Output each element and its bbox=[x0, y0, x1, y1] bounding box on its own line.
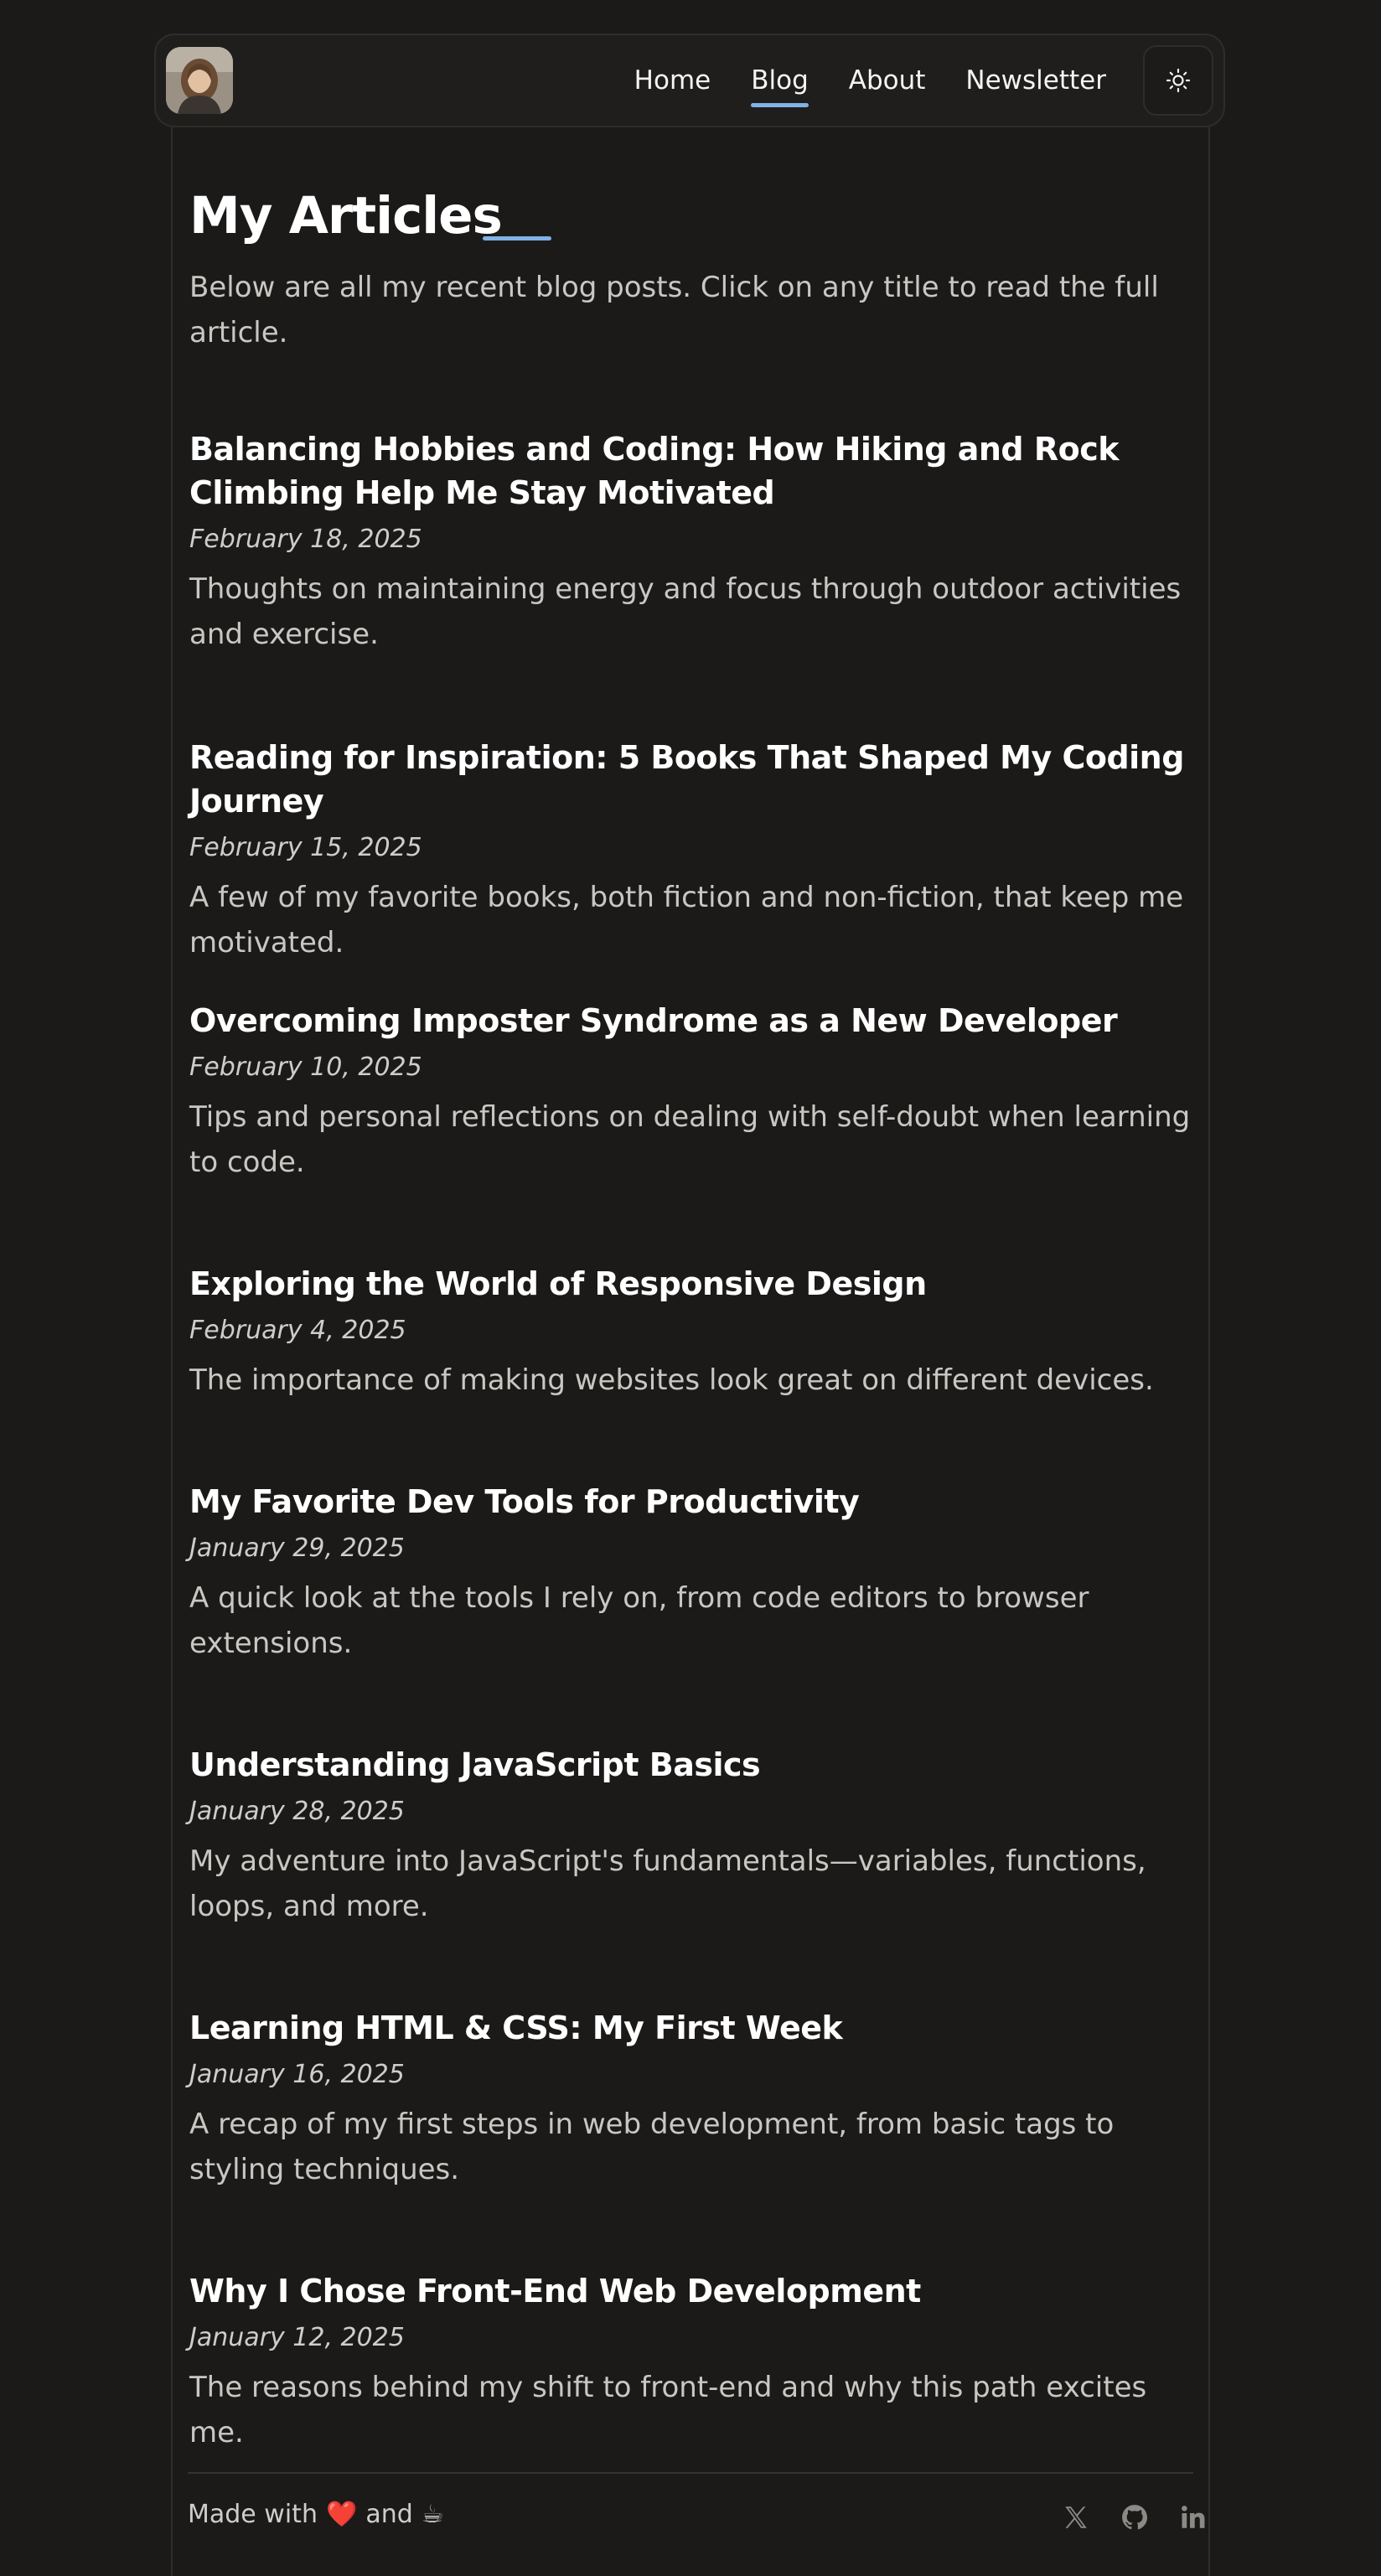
article-date: January 29, 2025 bbox=[189, 1534, 405, 1563]
article-title-link[interactable]: Learning HTML & CSS: My First Week bbox=[189, 2006, 1195, 2050]
theme-toggle-button[interactable] bbox=[1143, 45, 1213, 116]
article-title-link[interactable]: Reading for Inspiration: 5 Books That Sh… bbox=[189, 736, 1195, 823]
social-links bbox=[1059, 2501, 1210, 2534]
article-date: February 18, 2025 bbox=[189, 525, 422, 554]
article-date: February 4, 2025 bbox=[189, 1316, 406, 1345]
nav-link-newsletter[interactable]: Newsletter bbox=[965, 65, 1106, 96]
footer-made-with: Made with bbox=[188, 2500, 318, 2529]
article-summary: Thoughts on maintaining energy and focus… bbox=[189, 572, 1182, 651]
article-date: January 28, 2025 bbox=[189, 1797, 405, 1826]
article-item: Overcoming Imposter Syndrome as a New De… bbox=[189, 999, 1195, 1185]
article-summary: Tips and personal reflections on dealing… bbox=[189, 1100, 1191, 1179]
article-date: February 15, 2025 bbox=[189, 833, 422, 862]
page-title: My Articles bbox=[189, 186, 503, 246]
article-summary: The reasons behind my shift to front-end… bbox=[189, 2371, 1147, 2449]
x-icon[interactable] bbox=[1059, 2501, 1093, 2534]
article-item: Exploring the World of Responsive Design… bbox=[189, 1262, 1195, 1403]
article-summary: The importance of making websites look g… bbox=[189, 1363, 1154, 1397]
article-title-link[interactable]: Overcoming Imposter Syndrome as a New De… bbox=[189, 999, 1195, 1042]
sun-icon bbox=[1166, 68, 1191, 93]
article-item: Understanding JavaScript Basics January … bbox=[189, 1743, 1195, 1929]
article-item: Reading for Inspiration: 5 Books That Sh… bbox=[189, 736, 1195, 965]
github-icon[interactable] bbox=[1118, 2501, 1151, 2534]
article-item: Learning HTML & CSS: My First Week Janua… bbox=[189, 2006, 1195, 2192]
top-navbar: Home Blog About Newsletter bbox=[154, 34, 1225, 127]
article-item: Why I Chose Front-End Web Development Ja… bbox=[189, 2269, 1195, 2455]
footer-credit: Made with ❤️ and ☕ bbox=[188, 2500, 444, 2529]
nav-links: Home Blog About Newsletter bbox=[634, 35, 1106, 126]
article-date: January 12, 2025 bbox=[189, 2323, 405, 2352]
linkedin-icon[interactable] bbox=[1177, 2501, 1210, 2534]
article-title-link[interactable]: Exploring the World of Responsive Design bbox=[189, 1262, 1195, 1306]
article-title-link[interactable]: My Favorite Dev Tools for Productivity bbox=[189, 1480, 1195, 1523]
article-date: January 16, 2025 bbox=[189, 2060, 405, 2089]
nav-link-home[interactable]: Home bbox=[634, 65, 711, 96]
article-title-link[interactable]: Balancing Hobbies and Coding: How Hiking… bbox=[189, 427, 1195, 515]
nav-link-about[interactable]: About bbox=[849, 65, 926, 96]
article-summary: A quick look at the tools I rely on, fro… bbox=[189, 1581, 1089, 1660]
article-summary: A recap of my first steps in web develop… bbox=[189, 2108, 1115, 2186]
article-title-link[interactable]: Understanding JavaScript Basics bbox=[189, 1743, 1195, 1787]
article-summary: A few of my favorite books, both fiction… bbox=[189, 881, 1184, 960]
avatar[interactable] bbox=[166, 47, 233, 114]
article-date: February 10, 2025 bbox=[189, 1053, 422, 1082]
page-intro: Below are all my recent blog posts. Clic… bbox=[189, 271, 1159, 349]
footer-and: and bbox=[365, 2500, 413, 2529]
footer-divider bbox=[188, 2472, 1193, 2474]
coffee-icon: ☕ bbox=[421, 2500, 444, 2529]
title-accent-underline bbox=[483, 236, 551, 241]
nav-link-blog[interactable]: Blog bbox=[751, 65, 809, 107]
avatar-portrait bbox=[166, 47, 233, 114]
article-item: My Favorite Dev Tools for Productivity J… bbox=[189, 1480, 1195, 1666]
article-summary: My adventure into JavaScript's fundament… bbox=[189, 1844, 1146, 1923]
article-item: Balancing Hobbies and Coding: How Hiking… bbox=[189, 427, 1195, 657]
article-title-link[interactable]: Why I Chose Front-End Web Development bbox=[189, 2269, 1195, 2313]
articles-column: My Articles Below are all my recent blog… bbox=[171, 127, 1210, 2576]
heart-icon: ❤️ bbox=[325, 2500, 358, 2529]
